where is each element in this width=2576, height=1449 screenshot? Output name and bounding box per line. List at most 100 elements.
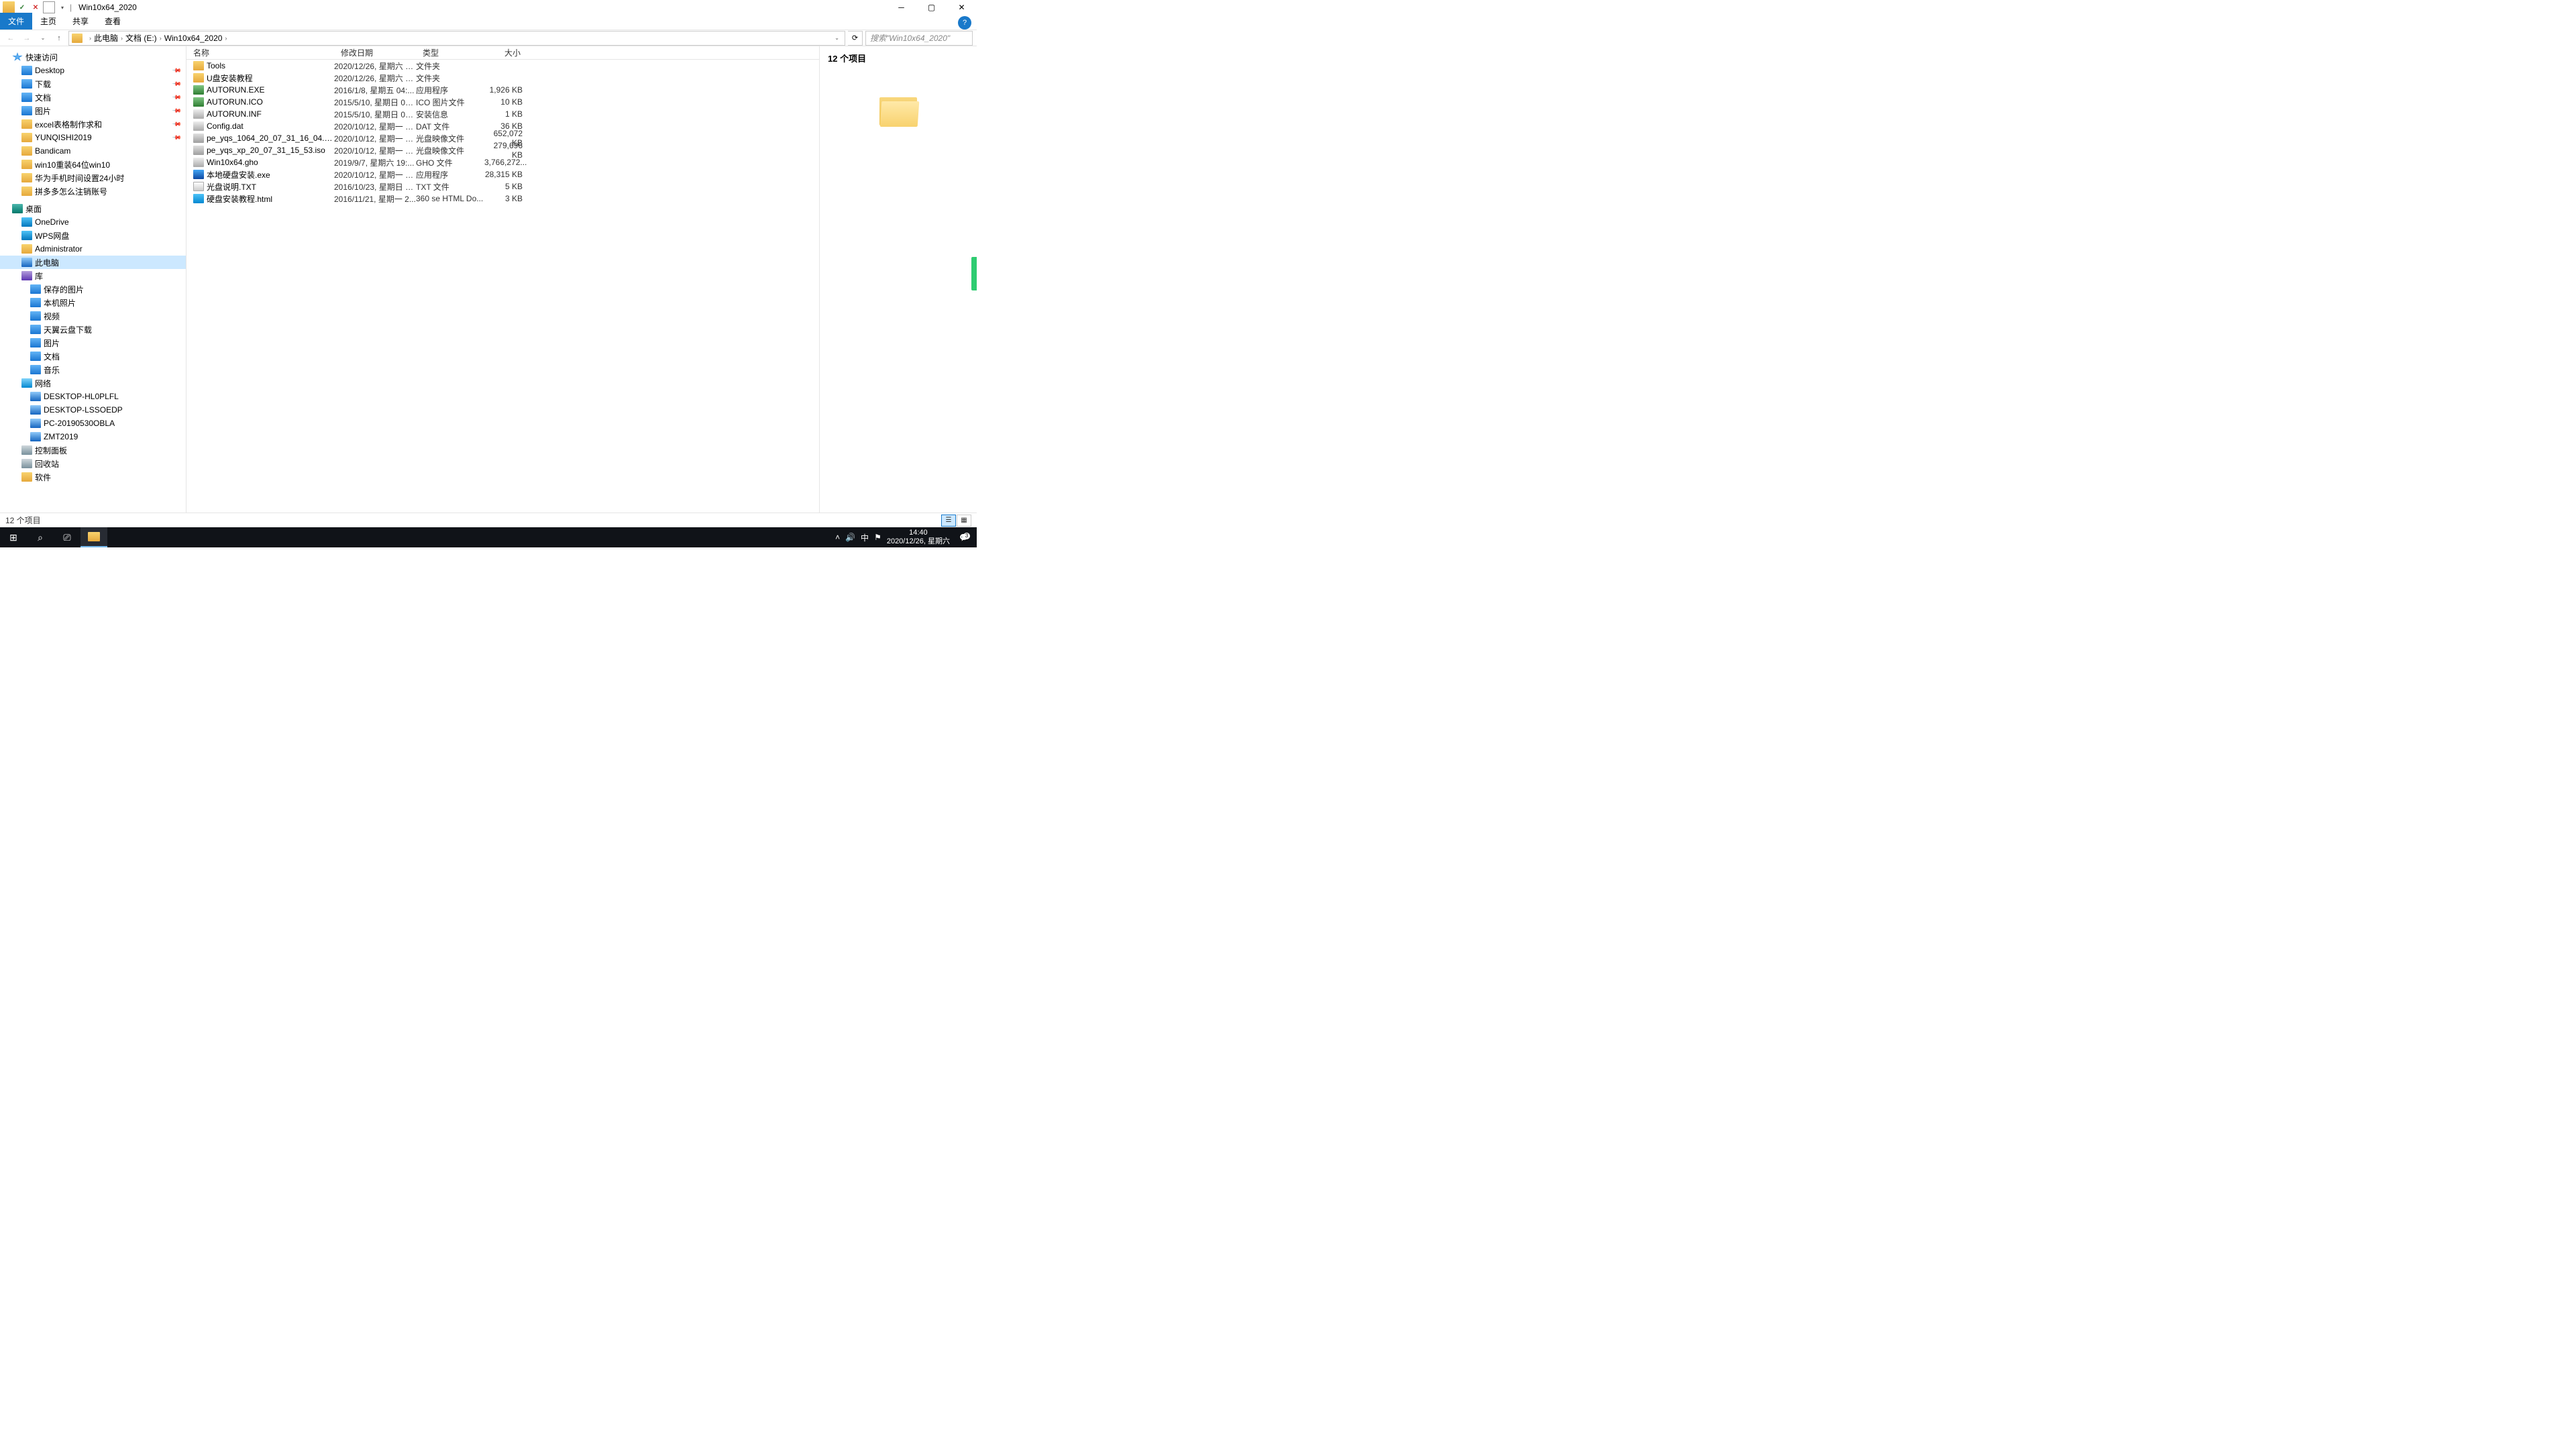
navtree-item[interactable]: 图片📌 — [0, 104, 186, 117]
column-name[interactable]: 名称 — [186, 47, 334, 58]
file-list: 名称 修改日期 类型 大小 Tools2020/12/26, 星期六 1...文… — [186, 46, 819, 513]
navtree-item[interactable]: 文档 — [0, 350, 186, 363]
breadcrumb-item[interactable]: Win10x64_2020 — [164, 34, 223, 43]
qat-dropdown-icon[interactable]: ▾ — [56, 1, 68, 13]
navtree-item[interactable]: Administrator — [0, 242, 186, 256]
column-date[interactable]: 修改日期 — [334, 47, 416, 58]
navtree-item[interactable]: 天翼云盘下载 — [0, 323, 186, 336]
file-row[interactable]: Win10x64.gho2019/9/7, 星期六 19:...GHO 文件3,… — [186, 156, 819, 168]
qat-folder-icon[interactable] — [3, 1, 15, 13]
navtree-item[interactable]: 库 — [0, 269, 186, 282]
nav-up-button[interactable]: ↑ — [52, 32, 66, 45]
breadcrumb-item[interactable]: 文档 (E:) — [125, 32, 157, 44]
ime-icon[interactable]: 中 — [861, 532, 869, 543]
tray-chevron-icon[interactable]: ˄ — [835, 533, 840, 542]
file-row[interactable]: AUTORUN.INF2015/5/10, 星期日 02...安装信息1 KB — [186, 108, 819, 120]
file-date: 2020/10/12, 星期一 1... — [334, 133, 416, 144]
navtree-item[interactable]: excel表格制作求和📌 — [0, 117, 186, 131]
details-view-button[interactable]: ☰ — [941, 515, 956, 527]
navtree-item[interactable]: 文档📌 — [0, 91, 186, 104]
navtree-item[interactable]: OneDrive — [0, 215, 186, 229]
file-row[interactable]: AUTORUN.EXE2016/1/8, 星期五 04:...应用程序1,926… — [186, 84, 819, 96]
navtree-item[interactable]: 保存的图片 — [0, 282, 186, 296]
security-icon[interactable]: ⚑ — [874, 533, 881, 542]
nav-back-button[interactable]: ← — [4, 32, 17, 45]
volume-icon[interactable]: 🔊 — [845, 533, 855, 542]
search-input[interactable]: 搜索"Win10x64_2020" — [865, 31, 973, 46]
nav-forward-button[interactable]: → — [20, 32, 34, 45]
navtree-label: win10重装64位win10 — [35, 159, 110, 170]
navtree-item[interactable]: 回收站 — [0, 457, 186, 470]
icons-view-button[interactable]: ▦ — [957, 515, 971, 527]
navtree-item[interactable]: 软件 — [0, 470, 186, 484]
file-rows: Tools2020/12/26, 星期六 1...文件夹U盘安装教程2020/1… — [186, 60, 819, 513]
navtree-item[interactable]: PC-20190530OBLA — [0, 417, 186, 430]
help-icon[interactable]: ? — [958, 16, 971, 30]
navtree-item[interactable]: 网络 — [0, 376, 186, 390]
ribbon-tab[interactable]: 查看 — [97, 13, 129, 30]
file-size: 10 KB — [484, 97, 528, 107]
navtree-label: 此电脑 — [35, 257, 59, 268]
navtree-item[interactable]: DESKTOP-LSSOEDP — [0, 403, 186, 417]
file-row[interactable]: Tools2020/12/26, 星期六 1...文件夹 — [186, 60, 819, 72]
navtree-item[interactable]: 音乐 — [0, 363, 186, 376]
start-button[interactable]: ⊞ — [0, 527, 27, 547]
navtree-item[interactable]: 图片 — [0, 336, 186, 350]
notifications-button[interactable]: 💬3 — [955, 533, 973, 542]
clock[interactable]: 14:40 2020/12/26, 星期六 — [887, 529, 950, 545]
navtree-item[interactable]: 本机照片 — [0, 296, 186, 309]
navtree-item[interactable]: 拼多多怎么注销账号 — [0, 184, 186, 198]
navtree-label: 天翼云盘下载 — [44, 324, 92, 335]
column-size[interactable]: 大小 — [484, 47, 528, 58]
file-name: Config.dat — [207, 121, 334, 131]
navtree-item[interactable]: 此电脑 — [0, 256, 186, 269]
breadcrumb[interactable]: › 此电脑 › 文档 (E:) › Win10x64_2020 › ⌄ — [68, 31, 845, 46]
ribbon-tab[interactable]: 共享 — [64, 13, 97, 30]
breadcrumb-item[interactable]: 此电脑 — [94, 32, 118, 44]
navtree-item[interactable]: ZMT2019 — [0, 430, 186, 443]
navtree-item[interactable]: WPS网盘 — [0, 229, 186, 242]
navtree-item[interactable]: 华为手机时间设置24小时 — [0, 171, 186, 184]
navtree-item[interactable]: 视频 — [0, 309, 186, 323]
column-type[interactable]: 类型 — [416, 47, 484, 58]
file-name: AUTORUN.ICO — [207, 97, 334, 107]
task-view-button[interactable]: ⎚ — [54, 527, 80, 547]
file-icon — [193, 121, 204, 131]
navtree-item[interactable]: 桌面 — [0, 202, 186, 215]
navtree-item[interactable]: DESKTOP-HL0PLFL — [0, 390, 186, 403]
file-type: 文件夹 — [416, 72, 484, 84]
navtree-item[interactable]: 控制面板 — [0, 443, 186, 457]
navtree-item[interactable]: Desktop📌 — [0, 64, 186, 77]
file-row[interactable]: AUTORUN.ICO2015/5/10, 星期日 02...ICO 图片文件1… — [186, 96, 819, 108]
navtree-item[interactable]: YUNQISHI2019📌 — [0, 131, 186, 144]
explorer-taskbar-icon[interactable] — [80, 527, 107, 547]
ic-pc-icon — [30, 405, 41, 415]
address-dropdown-icon[interactable]: ⌄ — [832, 35, 842, 41]
ribbon-tab[interactable]: 文件 — [0, 13, 32, 30]
navtree-item[interactable]: win10重装64位win10 — [0, 158, 186, 171]
close-button[interactable]: ✕ — [947, 0, 977, 15]
file-row[interactable]: U盘安装教程2020/12/26, 星期六 1...文件夹 — [186, 72, 819, 84]
ic-blue-icon — [30, 365, 41, 374]
file-row[interactable]: pe_yqs_xp_20_07_31_15_53.iso2020/10/12, … — [186, 144, 819, 156]
qat-properties-icon[interactable]: ✓ — [16, 1, 28, 13]
file-row[interactable]: 本地硬盘安装.exe2020/10/12, 星期一 1...应用程序28,315… — [186, 168, 819, 180]
qat-delete-icon[interactable]: ✕ — [30, 1, 42, 13]
file-row[interactable]: 光盘说明.TXT2016/10/23, 星期日 0...TXT 文件5 KB — [186, 180, 819, 193]
navtree-item[interactable]: Bandicam — [0, 144, 186, 158]
file-row[interactable]: 硬盘安装教程.html2016/11/21, 星期一 2...360 se HT… — [186, 193, 819, 205]
navtree-item[interactable]: 快速访问 — [0, 50, 186, 64]
file-name: Tools — [207, 61, 334, 70]
minimize-button[interactable]: ─ — [886, 0, 916, 15]
file-icon — [193, 182, 204, 191]
qat-new-icon[interactable] — [43, 1, 55, 13]
nav-recent-dropdown[interactable]: ⌄ — [36, 32, 50, 45]
refresh-button[interactable]: ⟳ — [848, 31, 863, 46]
clock-date: 2020/12/26, 星期六 — [887, 537, 950, 546]
ribbon-tab[interactable]: 主页 — [32, 13, 64, 30]
side-slider-handle[interactable] — [971, 257, 977, 290]
search-button[interactable]: ⌕ — [27, 527, 54, 547]
maximize-button[interactable]: ▢ — [916, 0, 947, 15]
navigation-tree[interactable]: 快速访问Desktop📌下载📌文档📌图片📌excel表格制作求和📌YUNQISH… — [0, 46, 186, 513]
navtree-item[interactable]: 下载📌 — [0, 77, 186, 91]
